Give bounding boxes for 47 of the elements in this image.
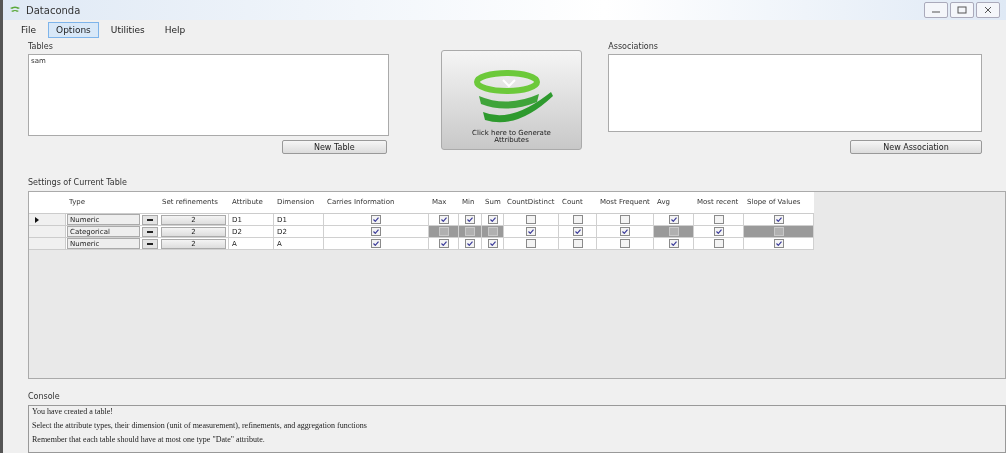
checkbox[interactable] xyxy=(526,227,536,236)
checkbox[interactable] xyxy=(572,227,583,236)
section-label: Settings of Current Table xyxy=(28,178,127,187)
checkbox[interactable] xyxy=(713,239,724,248)
close-icon[interactable] xyxy=(976,2,1000,18)
window-title: Dataconda xyxy=(26,4,81,16)
checkbox[interactable] xyxy=(668,239,679,248)
checkbox[interactable] xyxy=(668,215,679,224)
console-line: Select the attribute types, their dimension (unit of measurement), refinements, and aggregation functions xyxy=(32,421,368,430)
checkbox[interactable] xyxy=(438,239,449,248)
section-label: Tables xyxy=(28,42,54,51)
checkbox[interactable] xyxy=(371,227,381,236)
checkbox[interactable] xyxy=(620,215,630,224)
checkbox[interactable] xyxy=(526,215,536,224)
menu-item[interactable]: File xyxy=(13,22,45,38)
app-icon xyxy=(9,5,21,15)
row-header[interactable] xyxy=(29,214,66,226)
checkbox[interactable] xyxy=(713,215,724,224)
checkbox[interactable] xyxy=(487,215,498,224)
menu-item[interactable]: Utilities xyxy=(102,22,153,38)
console-line: Remember that each table should have at most one type "Date" attribute. xyxy=(32,435,266,444)
checkbox[interactable] xyxy=(572,239,583,248)
menu-item[interactable]: Help xyxy=(156,22,194,38)
dropdown-button[interactable] xyxy=(142,214,158,225)
grid-corner xyxy=(29,192,66,214)
checkbox[interactable] xyxy=(773,215,784,224)
checkbox[interactable] xyxy=(620,239,630,248)
section-label: Console xyxy=(28,392,60,401)
checkbox[interactable] xyxy=(572,215,583,224)
menu-item[interactable]: Options xyxy=(48,22,99,38)
checkbox[interactable] xyxy=(526,239,536,248)
current-row-icon xyxy=(35,216,39,223)
dropdown-button[interactable] xyxy=(142,238,158,249)
checkbox[interactable] xyxy=(620,227,630,236)
checkbox[interactable] xyxy=(487,239,498,248)
checkbox[interactable] xyxy=(371,215,381,224)
checkbox[interactable] xyxy=(465,239,475,248)
checkbox[interactable] xyxy=(371,239,381,248)
new-association-button[interactable]: New Association xyxy=(850,140,982,154)
checkbox[interactable] xyxy=(773,239,784,248)
checkbox[interactable] xyxy=(713,227,724,236)
console-line: You have created a table! xyxy=(32,407,114,416)
new-table-button[interactable]: New Table xyxy=(281,140,387,154)
section-label: Associations xyxy=(608,42,659,51)
dropdown-button[interactable] xyxy=(142,226,158,237)
checkbox[interactable] xyxy=(438,215,449,224)
checkbox[interactable] xyxy=(465,215,475,224)
